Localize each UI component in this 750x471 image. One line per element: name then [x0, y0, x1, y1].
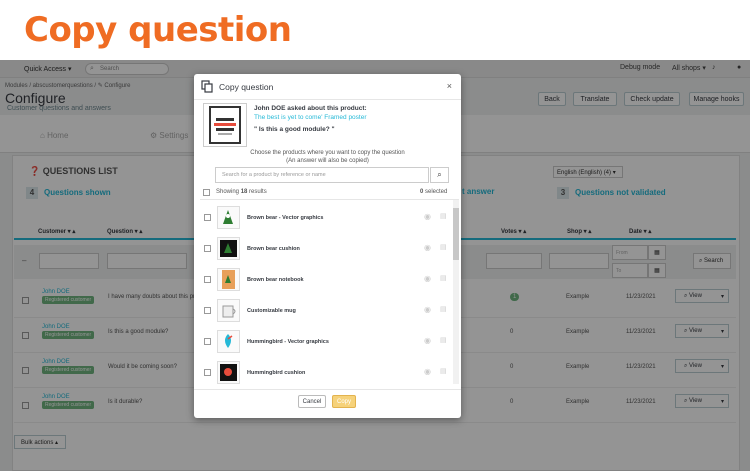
product-checkbox[interactable]	[204, 338, 211, 345]
list-item[interactable]: Brown bear notebook ◉ ▤	[200, 265, 452, 296]
product-checkbox[interactable]	[204, 245, 211, 252]
poster-image	[209, 106, 241, 144]
asked-about-label: John DOE asked about this product:	[254, 105, 367, 112]
selected-count: 0 selected	[420, 189, 448, 195]
product-name: Hummingbird - Vector graphics	[247, 339, 329, 345]
product-checkbox[interactable]	[204, 276, 211, 283]
modal-header: Copy question ×	[194, 74, 461, 100]
modal-footer: Cancel Copy	[194, 389, 461, 418]
banner: Copy question	[0, 0, 750, 60]
product-name: Customizable mug	[247, 308, 296, 314]
store-icon[interactable]: ▤	[440, 212, 447, 220]
eye-icon[interactable]: ◉	[424, 212, 431, 221]
list-item[interactable]: Hummingbird cushion ◉ ▤	[200, 358, 452, 384]
product-name: Brown bear - Vector graphics	[247, 215, 324, 221]
product-thumbnail	[217, 299, 240, 322]
store-icon[interactable]: ▤	[440, 274, 447, 282]
list-item[interactable]: Brown bear - Vector graphics ◉ ▤	[200, 203, 452, 234]
list-scrollbar[interactable]	[453, 200, 459, 384]
copy-question-modal: Copy question × John DOE asked about thi…	[194, 74, 461, 418]
copy-icon	[201, 80, 213, 93]
product-thumbnail	[217, 330, 240, 353]
eye-icon[interactable]: ◉	[424, 274, 431, 283]
list-item[interactable]: Customizable mug ◉ ▤	[200, 296, 452, 327]
product-search-input[interactable]: Search for a product by reference or nam…	[215, 167, 429, 183]
close-icon[interactable]: ×	[447, 81, 452, 91]
product-link[interactable]: The best is yet to come' Framed poster	[254, 114, 367, 121]
store-icon[interactable]: ▤	[440, 243, 447, 251]
banner-title: Copy question	[24, 10, 292, 50]
select-all-checkbox[interactable]	[203, 189, 210, 196]
product-checkbox[interactable]	[204, 307, 211, 314]
modal-title: Copy question	[219, 82, 274, 92]
results-count: Showing 18 results	[216, 189, 267, 195]
product-checkbox[interactable]	[204, 369, 211, 376]
eye-icon[interactable]: ◉	[424, 367, 431, 376]
product-name: Hummingbird cushion	[247, 370, 306, 376]
product-thumbnail	[217, 206, 240, 229]
store-icon[interactable]: ▤	[440, 305, 447, 313]
copy-button[interactable]: Copy	[332, 395, 356, 408]
product-name: Brown bear notebook	[247, 277, 304, 283]
product-name: Brown bear cushion	[247, 246, 300, 252]
eye-icon[interactable]: ◉	[424, 336, 431, 345]
product-thumbnail	[217, 361, 240, 384]
eye-icon[interactable]: ◉	[424, 305, 431, 314]
product-thumbnail	[217, 237, 240, 260]
choose-note: (An answer will also be copied)	[286, 158, 369, 164]
scrollbar-thumb[interactable]	[453, 208, 459, 260]
question-quote: " Is this a good module? "	[254, 126, 335, 133]
store-icon[interactable]: ▤	[440, 336, 447, 344]
store-icon[interactable]: ▤	[440, 367, 447, 375]
product-list[interactable]: Brown bear - Vector graphics ◉ ▤ Brown b…	[200, 199, 459, 384]
cancel-button[interactable]: Cancel	[298, 395, 326, 408]
search-icon[interactable]: ⌕	[430, 167, 449, 183]
choose-instruction: Choose the products where you want to co…	[250, 150, 405, 156]
list-item[interactable]: Brown bear cushion ◉ ▤	[200, 234, 452, 265]
product-thumbnail	[217, 268, 240, 291]
eye-icon[interactable]: ◉	[424, 243, 431, 252]
product-image	[203, 103, 247, 147]
product-checkbox[interactable]	[204, 214, 211, 221]
list-item[interactable]: Hummingbird - Vector graphics ◉ ▤	[200, 327, 452, 358]
